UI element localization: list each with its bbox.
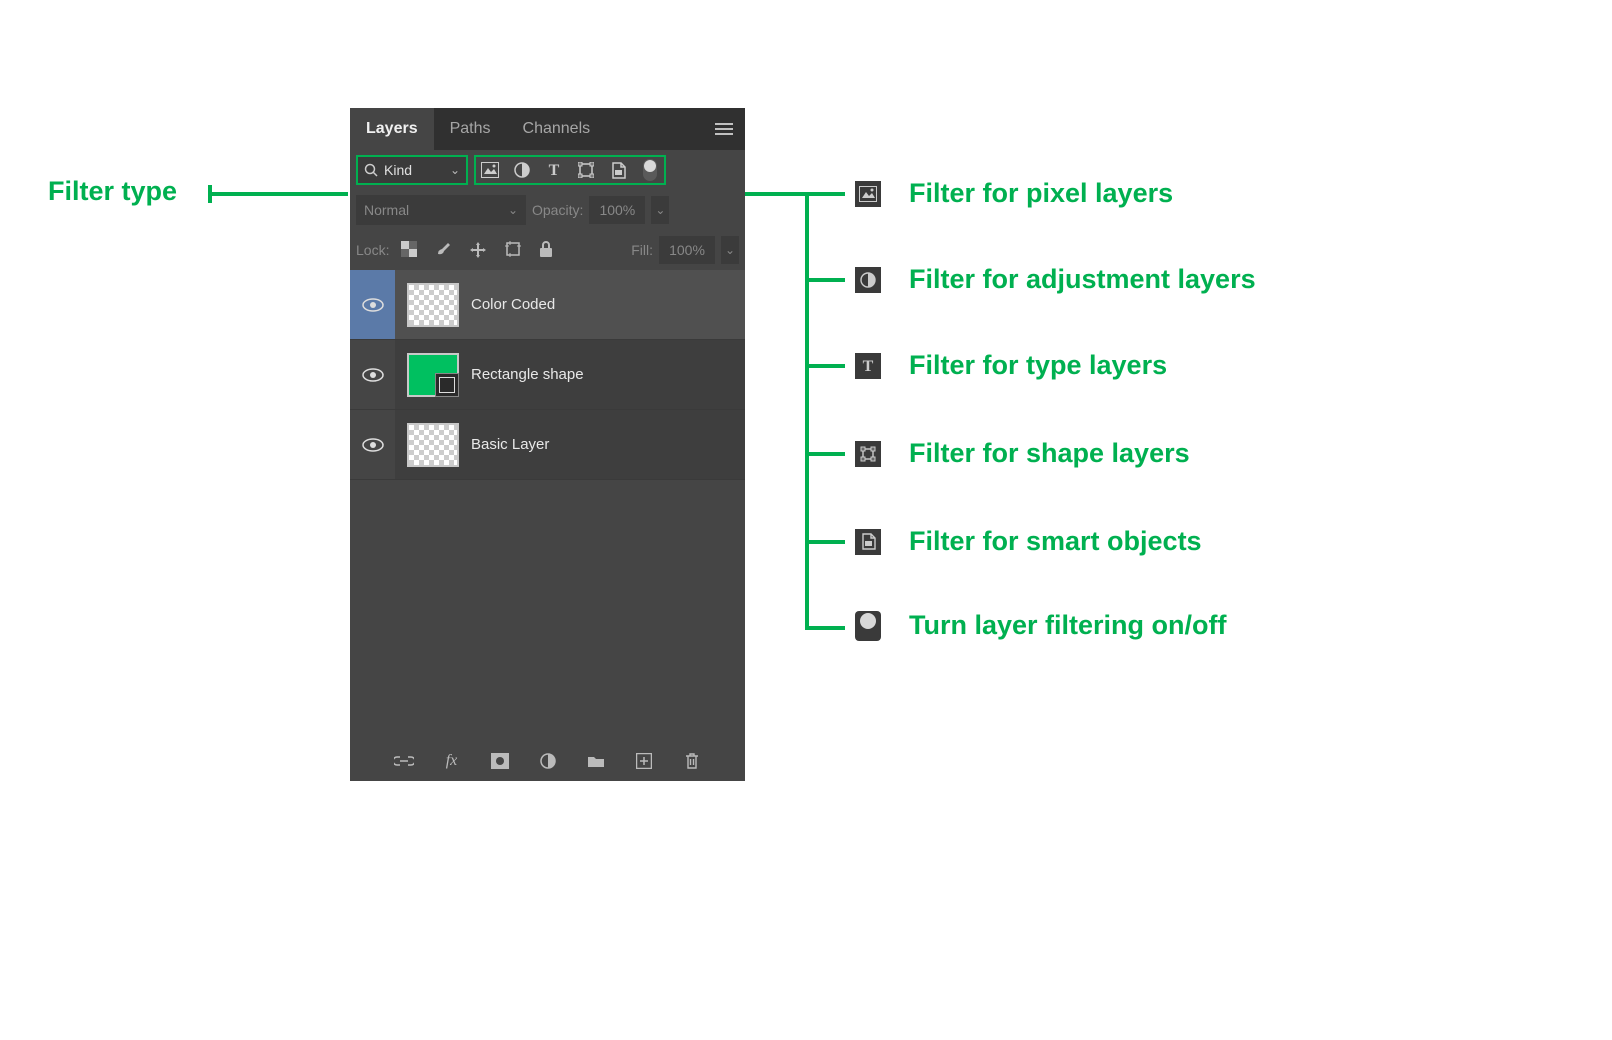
annotation-branch xyxy=(805,540,845,544)
lock-transparency-icon[interactable] xyxy=(401,241,417,259)
lock-label: Lock: xyxy=(356,242,389,258)
tab-paths[interactable]: Paths xyxy=(434,108,507,150)
annotation-vertical-line xyxy=(805,192,809,630)
tab-channels[interactable]: Channels xyxy=(507,108,607,150)
legend-shape-icon xyxy=(855,441,881,467)
lock-row: Lock: Fill: 100% ⌄ xyxy=(350,230,745,270)
opacity-field[interactable]: 100% xyxy=(589,196,645,224)
annotation-branch xyxy=(805,364,845,368)
visibility-eye-icon[interactable] xyxy=(350,340,395,409)
layer-row[interactable]: Color Coded xyxy=(350,270,745,340)
legend-row-type: T Filter for type layers xyxy=(855,350,1167,381)
adjustment-layer-icon[interactable] xyxy=(538,751,558,771)
legend-type-icon: T xyxy=(855,353,881,379)
legend-adjustment-icon xyxy=(855,267,881,293)
filter-type-value: Kind xyxy=(384,162,412,178)
filter-toggle-icon[interactable] xyxy=(640,160,660,180)
layer-thumbnail-shape[interactable] xyxy=(407,353,459,397)
visibility-eye-icon[interactable] xyxy=(350,270,395,339)
lock-brush-icon[interactable] xyxy=(435,241,451,259)
chevron-down-icon: ⌄ xyxy=(508,203,518,217)
filter-pixel-icon[interactable] xyxy=(480,160,500,180)
filter-type-icon[interactable]: T xyxy=(544,160,564,180)
fx-icon[interactable]: fx xyxy=(442,751,462,771)
lock-move-icon[interactable] xyxy=(469,241,487,259)
visibility-eye-icon[interactable] xyxy=(350,410,395,479)
fill-field[interactable]: 100% xyxy=(659,236,715,264)
legend-toggle-icon xyxy=(855,611,881,641)
annotation-right-trunk xyxy=(745,192,805,196)
opacity-chevron[interactable]: ⌄ xyxy=(651,196,669,224)
legend-text: Filter for type layers xyxy=(909,350,1167,381)
annotation-left-connector xyxy=(208,192,348,196)
layers-footer: fx xyxy=(350,741,745,781)
svg-text:T: T xyxy=(549,162,560,178)
annotation-filter-type-label: Filter type xyxy=(48,176,177,207)
layer-name[interactable]: Basic Layer xyxy=(471,436,549,453)
filter-adjustment-icon[interactable] xyxy=(512,160,532,180)
lock-artboard-icon[interactable] xyxy=(505,241,521,259)
legend-row-toggle: Turn layer filtering on/off xyxy=(855,610,1227,641)
layer-thumbnail[interactable] xyxy=(407,283,459,327)
fill-chevron[interactable]: ⌄ xyxy=(721,236,739,264)
annotation-branch xyxy=(805,192,845,196)
layer-name[interactable]: Rectangle shape xyxy=(471,366,584,383)
tab-layers[interactable]: Layers xyxy=(350,108,434,150)
search-icon xyxy=(364,163,378,177)
blend-mode-dropdown[interactable]: Normal ⌄ xyxy=(356,195,526,225)
annotation-branch xyxy=(805,452,845,456)
lock-all-icon[interactable] xyxy=(539,241,553,259)
legend-pixel-icon xyxy=(855,181,881,207)
link-layers-icon[interactable] xyxy=(394,751,414,771)
layers-list: Color Coded Rectangle shape Basic Layer xyxy=(350,270,745,741)
new-layer-icon[interactable] xyxy=(634,751,654,771)
layer-thumbnail[interactable] xyxy=(407,423,459,467)
filter-type-dropdown[interactable]: Kind ⌄ xyxy=(356,155,468,185)
legend-row-smart: Filter for smart objects xyxy=(855,526,1202,557)
chevron-down-icon: ⌄ xyxy=(450,163,460,177)
delete-layer-icon[interactable] xyxy=(682,751,702,771)
layer-mask-icon[interactable] xyxy=(490,751,510,771)
filter-buttons-group: T xyxy=(474,155,666,185)
legend-text: Filter for pixel layers xyxy=(909,178,1173,209)
annotation-branch xyxy=(805,626,845,630)
new-group-icon[interactable] xyxy=(586,751,606,771)
layer-row[interactable]: Rectangle shape xyxy=(350,340,745,410)
legend-row-shape: Filter for shape layers xyxy=(855,438,1190,469)
svg-text:T: T xyxy=(863,358,874,374)
legend-row-adjustment: Filter for adjustment layers xyxy=(855,264,1256,295)
legend-row-pixel: Filter for pixel layers xyxy=(855,178,1173,209)
filter-smart-object-icon[interactable] xyxy=(608,160,628,180)
legend-smart-icon xyxy=(855,529,881,555)
blend-row: Normal ⌄ Opacity: 100% ⌄ xyxy=(350,190,745,230)
panel-tabs: Layers Paths Channels xyxy=(350,108,745,150)
layer-name[interactable]: Color Coded xyxy=(471,296,555,313)
legend-text: Filter for adjustment layers xyxy=(909,264,1256,295)
filter-shape-icon[interactable] xyxy=(576,160,596,180)
legend-text: Turn layer filtering on/off xyxy=(909,610,1227,641)
legend-text: Filter for shape layers xyxy=(909,438,1190,469)
opacity-label: Opacity: xyxy=(532,202,583,218)
fill-label: Fill: xyxy=(631,242,653,258)
filter-row: Kind ⌄ T xyxy=(350,150,745,190)
panel-menu-icon[interactable] xyxy=(703,108,745,150)
lock-icons-group xyxy=(401,241,553,259)
layer-row[interactable]: Basic Layer xyxy=(350,410,745,480)
legend-text: Filter for smart objects xyxy=(909,526,1202,557)
layers-panel: Layers Paths Channels Kind ⌄ T xyxy=(350,108,745,781)
annotation-branch xyxy=(805,278,845,282)
blend-mode-value: Normal xyxy=(364,202,409,218)
